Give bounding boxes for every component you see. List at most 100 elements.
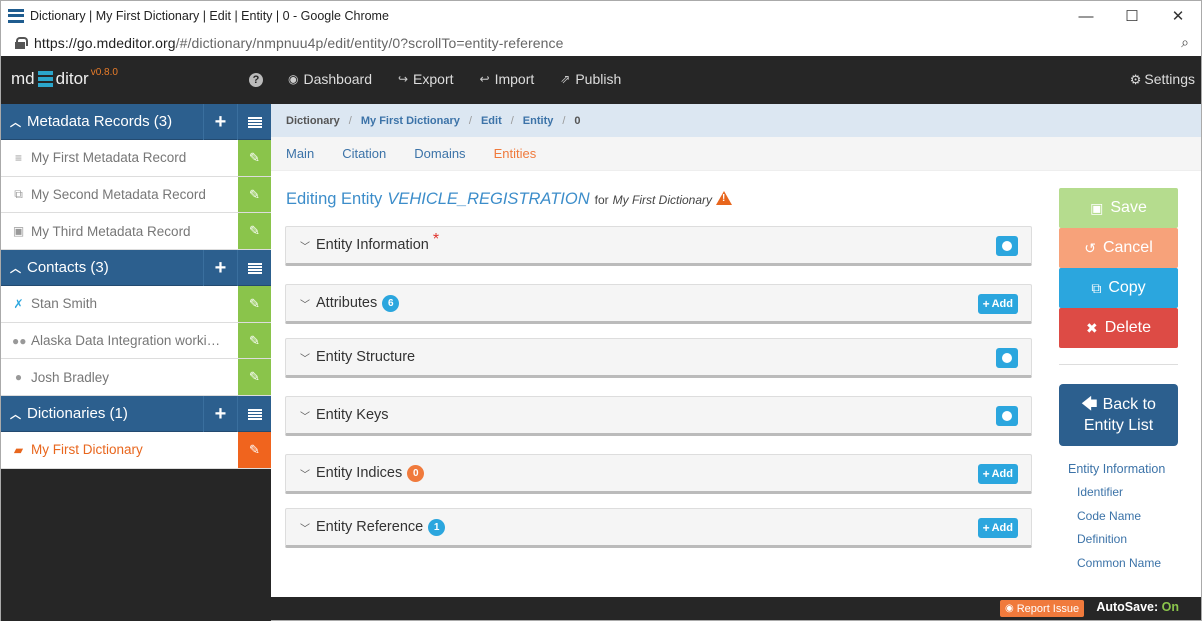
tab-main[interactable]: Main <box>286 146 314 161</box>
sidebar-section-contacts[interactable]: ︿ Contacts (3) + <box>1 250 271 287</box>
mdeditor-logo[interactable]: md ditor v0.8.0 <box>11 66 118 89</box>
toggle-button[interactable] <box>996 236 1018 256</box>
edit-pencil-button[interactable]: ✎ <box>238 213 271 250</box>
list-icon <box>247 116 262 128</box>
help-icon[interactable]: ? <box>249 73 263 87</box>
edit-pencil-button[interactable]: ✎ <box>238 176 271 213</box>
copy-record-icon: ⧉ <box>14 187 23 202</box>
url-text[interactable]: https://go.mdeditor.org/#/dictionary/nmp… <box>34 35 564 51</box>
add-reference-button[interactable]: + Add <box>977 518 1018 538</box>
panel-entity-reference[interactable]: ﹀ Entity Reference 1 + Add <box>285 508 1032 548</box>
delete-button[interactable]: ✖ Delete <box>1059 308 1178 348</box>
toc-item-identifier[interactable]: Identifier <box>1077 484 1165 508</box>
add-attribute-button[interactable]: + Add <box>977 294 1018 314</box>
window-title: Dictionary | My First Dictionary | Edit … <box>30 8 389 23</box>
toc-item-definition[interactable]: Definition <box>1077 531 1165 555</box>
sidebar-section-dictionaries[interactable]: ︿ Dictionaries (1) + <box>1 396 271 433</box>
add-contact-button[interactable]: + <box>203 250 237 287</box>
list-dictionaries-button[interactable] <box>237 396 271 433</box>
list-contacts-button[interactable] <box>237 250 271 287</box>
sidebar-item-record-1[interactable]: ≡ My First Metadata Record ✎ <box>1 140 271 177</box>
breadcrumb-dictionary: Dictionary <box>286 114 340 127</box>
edit-pencil-button[interactable]: ✎ <box>238 140 271 176</box>
tab-entities[interactable]: Entities <box>494 146 537 161</box>
toggle-button[interactable] <box>996 348 1018 368</box>
edit-pencil-button[interactable]: ✎ <box>238 322 271 359</box>
save-button[interactable]: ▣ Save <box>1059 188 1178 228</box>
list-records-button[interactable] <box>237 104 271 140</box>
cancel-button[interactable]: ↺ Cancel <box>1059 228 1178 268</box>
nav-dashboard[interactable]: ◉ Dashboard <box>288 71 372 87</box>
add-dictionary-button[interactable]: + <box>203 396 237 433</box>
report-issue-button[interactable]: ◉ Report Issue <box>1000 600 1085 617</box>
panel-entity-keys[interactable]: ﹀ Entity Keys <box>285 396 1032 436</box>
image-icon: ▣ <box>12 224 25 239</box>
toc-item-common-name[interactable]: Common Name <box>1077 555 1165 579</box>
panel-attributes[interactable]: ﹀ Attributes 6 + Add <box>285 284 1032 324</box>
group-icon: ●● <box>12 333 27 348</box>
nav-import[interactable]: ↩ Import <box>480 71 535 87</box>
minimize-button[interactable]: — <box>1063 1 1109 31</box>
footer: ◉ Report Issue AutoSave: On <box>271 597 1202 621</box>
sidebar-item-contact-2[interactable]: ●● Alaska Data Integration working group… <box>1 322 271 360</box>
action-buttons: ▣ Save ↺ Cancel ⧉ Copy ✖ Delete <box>1059 188 1178 348</box>
main-content: Dictionary / My First Dictionary / Edit … <box>271 104 1202 597</box>
breadcrumb-edit[interactable]: Edit <box>481 115 502 127</box>
count-badge: 6 <box>382 294 400 312</box>
undo-icon: ↺ <box>1084 239 1096 256</box>
edit-pencil-button[interactable]: ✎ <box>238 359 271 396</box>
zoom-icon[interactable]: ⌕ <box>1181 34 1189 51</box>
maximize-button[interactable]: ☐ <box>1109 1 1155 31</box>
list-icon <box>247 262 262 274</box>
github-icon: ◉ <box>1005 603 1014 614</box>
address-bar[interactable]: https://go.mdeditor.org/#/dictionary/nmp… <box>0 30 1202 56</box>
times-icon: ✖ <box>1086 319 1098 336</box>
window-titlebar: Dictionary | My First Dictionary | Edit … <box>0 0 1202 30</box>
chevron-down-icon: ﹀ <box>300 523 310 535</box>
copy-button[interactable]: ⧉ Copy <box>1059 268 1178 308</box>
edit-pencil-button[interactable]: ✎ <box>238 286 271 322</box>
sidebar-item-record-2[interactable]: ⧉ My Second Metadata Record ✎ <box>1 176 271 214</box>
panel-entity-indices[interactable]: ﹀ Entity Indices 0 + Add <box>285 454 1032 494</box>
sidebar: ︿ Metadata Records (3) + ≡ My First Meta… <box>0 104 271 621</box>
edit-pencil-button[interactable]: ✎ <box>238 432 271 468</box>
chevron-down-icon: ﹀ <box>300 411 310 423</box>
chevron-up-icon: ︿ <box>10 262 21 275</box>
sidebar-item-record-3[interactable]: ▣ My Third Metadata Record ✎ <box>1 213 271 251</box>
sidebar-item-contact-3[interactable]: ● Josh Bradley ✎ <box>1 359 271 397</box>
save-icon: ▣ <box>1090 199 1104 216</box>
user-icon: ● <box>14 370 23 385</box>
toggle-button[interactable] <box>996 406 1018 426</box>
add-record-button[interactable]: + <box>203 104 237 140</box>
breadcrumb-entity[interactable]: Entity <box>523 115 554 127</box>
copy-icon: ⧉ <box>1091 279 1102 296</box>
back-to-entity-list-button[interactable]: 🡄 Back to Entity List <box>1059 384 1178 446</box>
sidebar-section-metadata-records[interactable]: ︿ Metadata Records (3) + <box>1 104 271 140</box>
panel-entity-structure[interactable]: ﹀ Entity Structure <box>285 338 1032 378</box>
breadcrumb-entity-index: 0 <box>574 114 581 127</box>
panel-entity-information[interactable]: ﹀ Entity Information * <box>285 226 1032 266</box>
nav-publish[interactable]: ⇗ Publish <box>560 71 621 87</box>
sidebar-item-contact-1[interactable]: ✗ Stan Smith ✎ <box>1 286 271 323</box>
tab-bar: Main Citation Domains Entities <box>271 137 1201 171</box>
settings-link[interactable]: ⚙ Settings <box>1130 71 1195 88</box>
add-index-button[interactable]: + Add <box>977 464 1018 484</box>
tab-domains[interactable]: Domains <box>414 146 465 161</box>
app-header: md ditor v0.8.0 ? ◉ Dashboard ↪ Export ↩ Im… <box>0 56 1202 104</box>
toc-item-code-name[interactable]: Code Name <box>1077 508 1165 532</box>
autosave-status[interactable]: AutoSave: On <box>1096 600 1179 614</box>
import-icon: ↩ <box>479 72 490 86</box>
required-icon: * <box>432 231 440 248</box>
page-title: Editing Entity VEHICLE_REGISTRATION for … <box>286 190 732 209</box>
chevron-up-icon: ︿ <box>10 408 21 421</box>
close-window-button[interactable]: ✕ <box>1155 1 1201 31</box>
person-running-icon: ✗ <box>13 296 24 311</box>
lock-icon <box>15 37 28 49</box>
breadcrumb-my-first-dictionary[interactable]: My First Dictionary <box>361 115 460 127</box>
warning-icon[interactable] <box>716 191 732 205</box>
toc-heading-entity-information[interactable]: Entity Information <box>1068 462 1165 476</box>
nav-export[interactable]: ↪ Export <box>398 71 454 87</box>
tab-citation[interactable]: Citation <box>342 146 386 161</box>
version-label: v0.8.0 <box>90 66 118 78</box>
sidebar-item-dictionary-1[interactable]: ▰ My First Dictionary ✎ <box>1 432 271 469</box>
